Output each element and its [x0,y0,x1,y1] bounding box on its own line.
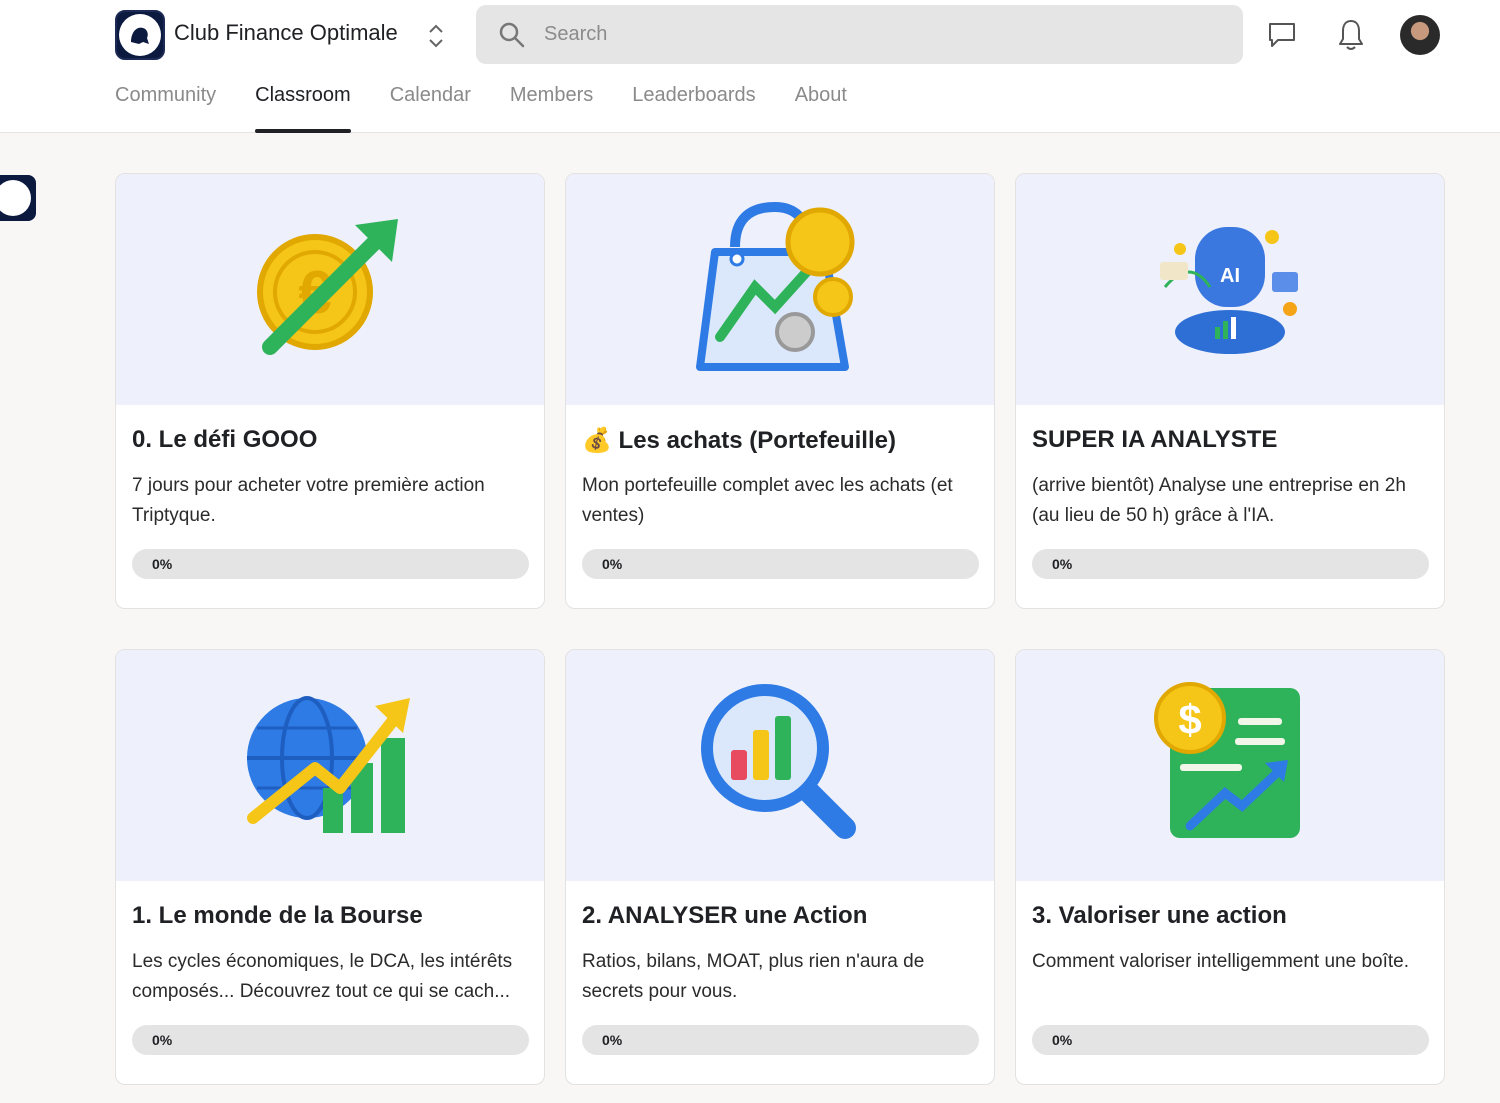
lion-logo-icon [0,180,31,216]
bell-icon[interactable] [1336,17,1366,53]
shopping-bag-chart-icon [695,197,865,382]
progress-label: 0% [152,1032,173,1048]
ai-robot-icon: AI [1150,217,1310,362]
course-title: 0. Le défi GOOO [132,426,318,453]
progress-bar: 0% [132,549,529,579]
progress-label: 0% [1052,1032,1073,1048]
tab-community[interactable]: Community [115,84,216,133]
chat-icon[interactable] [1266,20,1298,50]
tab-members[interactable]: Members [510,84,593,133]
course-description: Mon portefeuille complet avec les achats… [582,475,953,526]
tab-about[interactable]: About [795,84,847,133]
course-title: 2. ANALYSER une Action [582,902,868,929]
euro-coin-arrow-icon: € [250,207,410,372]
course-description: (arrive bientôt) Analyse une entreprise … [1032,475,1406,526]
course-image: € [116,174,544,405]
progress-bar: 0% [132,1025,529,1055]
avatar[interactable] [1400,15,1440,55]
tab-calendar[interactable]: Calendar [390,84,471,133]
course-card[interactable]: 1. Le monde de la Bourse Les cycles écon… [115,649,545,1085]
tab-leaderboards[interactable]: Leaderboards [632,84,755,133]
chevron-up-down-icon[interactable] [426,22,446,50]
club-name[interactable]: Club Finance Optimale [174,20,398,46]
course-title: 3. Valoriser une action [1032,902,1287,929]
course-image: $ [1016,650,1444,881]
nav-tabs: Community Classroom Calendar Members Leaderb… [115,84,886,133]
dollar-document-icon: $ [1150,678,1310,853]
search-bar[interactable] [476,5,1243,64]
progress-label: 0% [602,1032,623,1048]
progress-bar: 0% [582,1025,979,1055]
top-header: Club Finance Optimale Community Classroom… [0,0,1500,133]
club-logo[interactable] [115,10,165,60]
progress-bar: 0% [1032,1025,1429,1055]
course-card[interactable]: AI SUPER IA ANALYSTE (arrive bientôt) An… [1015,173,1445,609]
course-description: Comment valoriser intelligemment une boî… [1032,951,1410,972]
svg-text:$: $ [1178,696,1201,743]
course-card[interactable]: € 0. Le défi GOOO 7 jours pour acheter v… [115,173,545,609]
side-club-logo[interactable] [0,175,36,221]
course-card[interactable]: 2. ANALYSER une Action Ratios, bilans, M… [565,649,995,1085]
course-image [566,650,994,881]
progress-label: 0% [1052,556,1073,572]
progress-bar: 0% [1032,549,1429,579]
course-description: Ratios, bilans, MOAT, plus rien n'aura d… [582,951,925,1002]
magnifier-chart-icon [695,678,865,853]
tab-classroom[interactable]: Classroom [255,84,351,133]
course-title: SUPER IA ANALYSTE [1032,426,1278,453]
search-input[interactable] [544,5,1194,64]
course-description: Les cycles économiques, le DCA, les inté… [132,951,513,1002]
course-description: 7 jours pour acheter votre première acti… [132,475,485,526]
progress-label: 0% [152,556,173,572]
course-grid: € 0. Le défi GOOO 7 jours pour acheter v… [115,173,1447,1085]
globe-chart-icon [245,688,415,843]
progress-bar: 0% [582,549,979,579]
course-card[interactable]: $ 3. Valoriser une action Comment valori… [1015,649,1445,1085]
course-image: AI [1016,174,1444,405]
course-title: 1. Le monde de la Bourse [132,902,423,929]
svg-text:AI: AI [1220,265,1240,287]
course-image [566,174,994,405]
search-icon [498,21,526,49]
progress-label: 0% [602,556,623,572]
course-title: 💰 Les achats (Portefeuille) [582,427,896,454]
lion-logo-icon [119,14,161,56]
course-image [116,650,544,881]
course-card[interactable]: 💰 Les achats (Portefeuille) Mon portefeu… [565,173,995,609]
